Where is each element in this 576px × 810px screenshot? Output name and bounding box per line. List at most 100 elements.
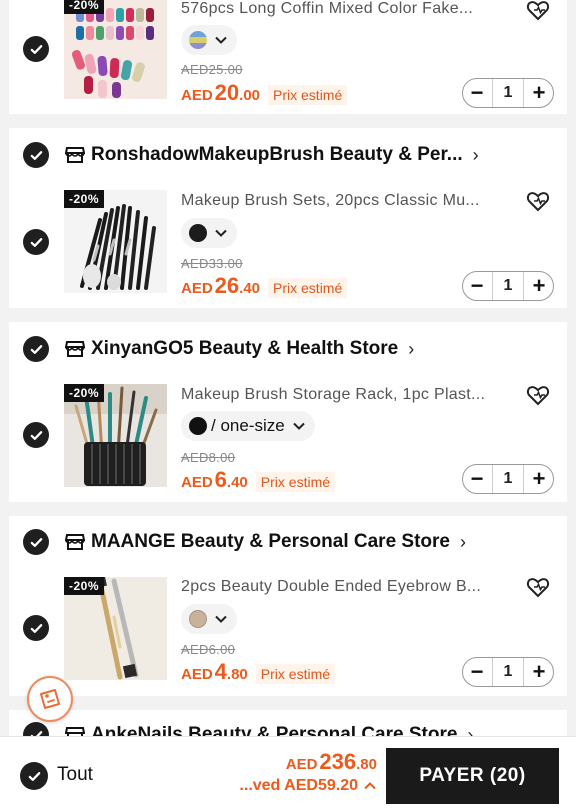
chevron-right-icon: › (472, 144, 479, 165)
discount-badge: -20% (64, 384, 105, 402)
price-amount: 26 (214, 273, 240, 298)
check-icon (30, 623, 42, 633)
product-name[interactable]: Makeup Brush Storage Rack, 1pc Plast... (181, 386, 511, 404)
store-checkbox[interactable] (23, 336, 49, 362)
product-image[interactable]: -20% (64, 384, 167, 487)
chevron-down-icon (215, 36, 227, 44)
currency: AED (181, 666, 213, 683)
wishlist-heart-icon[interactable] (525, 382, 551, 408)
price-decimal: .40 (226, 474, 248, 491)
decrease-button[interactable]: − (463, 658, 491, 686)
estimate-label: Prix estimé (255, 664, 336, 684)
store-name: MAANGE Beauty & Personal Care Store (91, 531, 450, 552)
discount-badge: -20% (64, 0, 105, 14)
store-icon (65, 534, 85, 550)
coupon-icon (40, 689, 60, 709)
savings-text: ...ved AED59.20 (239, 777, 358, 794)
decrease-button[interactable]: − (463, 465, 491, 493)
product-name[interactable]: 2pcs Beauty Double Ended Eyebrow B... (181, 578, 511, 596)
sale-price: AED 26 .40 Prix estimé (181, 273, 348, 299)
sale-price: AED 4 .80 Prix estimé (181, 659, 336, 685)
color-swatch (189, 417, 207, 435)
product-name[interactable]: Makeup Brush Sets, 20pcs Classic Mu... (181, 192, 511, 210)
chevron-down-icon (215, 229, 227, 237)
variant-selector[interactable]: / one-size (181, 411, 315, 441)
savings-toggle[interactable]: ...ved AED59.20 (239, 777, 376, 795)
store-link[interactable]: RonshadowMakeupBrush Beauty & Per... › (65, 140, 479, 170)
currency: AED (181, 280, 213, 297)
chevron-right-icon: › (408, 338, 415, 359)
decrease-button[interactable]: − (463, 272, 491, 300)
quantity-value[interactable]: 1 (492, 465, 524, 493)
increase-button[interactable]: + (525, 465, 553, 493)
store-name: RonshadowMakeupBrush Beauty & Per... (91, 144, 463, 165)
check-icon (30, 430, 42, 440)
quantity-value[interactable]: 1 (492, 79, 524, 107)
price-amount: 4 (214, 659, 227, 684)
item-checkbox[interactable] (23, 36, 49, 62)
variant-selector[interactable] (181, 25, 237, 55)
currency: AED (285, 756, 318, 773)
wishlist-heart-icon[interactable] (525, 574, 551, 600)
check-icon (30, 344, 42, 354)
price-amount: 6 (214, 467, 227, 492)
quantity-stepper: − 1 + (462, 657, 554, 687)
store-checkbox[interactable] (23, 529, 49, 555)
color-swatch (189, 31, 207, 49)
store-name: XinyanGO5 Beauty & Health Store (91, 338, 399, 359)
store-icon (65, 341, 85, 357)
quantity-stepper: − 1 + (462, 271, 554, 301)
item-checkbox[interactable] (23, 229, 49, 255)
item-checkbox[interactable] (23, 615, 49, 641)
sale-price: AED 6 .40 Prix estimé (181, 467, 336, 493)
sale-price: AED 20 .00 Prix estimé (181, 80, 348, 106)
check-icon (30, 150, 42, 160)
decrease-button[interactable]: − (463, 79, 491, 107)
quantity-value[interactable]: 1 (492, 272, 524, 300)
estimate-label: Prix estimé (255, 472, 336, 492)
store-group-card: MAANGE Beauty & Personal Care Store › -2… (9, 516, 567, 696)
store-link[interactable]: XinyanGO5 Beauty & Health Store › (65, 334, 414, 364)
wishlist-heart-icon[interactable] (525, 188, 551, 214)
store-icon (65, 147, 85, 163)
total-decimal: .80 (356, 756, 377, 773)
increase-button[interactable]: + (525, 272, 553, 300)
estimate-label: Prix estimé (268, 278, 348, 298)
product-image[interactable]: -20% (64, 190, 167, 293)
store-checkbox[interactable] (23, 142, 49, 168)
store-link[interactable]: MAANGE Beauty & Personal Care Store › (65, 527, 466, 557)
wishlist-heart-icon[interactable] (525, 0, 551, 23)
total-amount: 236 (319, 749, 357, 774)
select-all-checkbox[interactable] (20, 762, 48, 790)
chevron-up-icon (364, 782, 376, 790)
color-swatch (189, 610, 207, 628)
variant-selector[interactable] (181, 218, 237, 248)
nails-image (64, 0, 167, 99)
quantity-value[interactable]: 1 (492, 658, 524, 686)
price-decimal: .80 (226, 666, 248, 683)
discount-badge: -20% (64, 190, 105, 208)
item-checkbox[interactable] (23, 422, 49, 448)
pay-button[interactable]: PAYER (20) (386, 748, 559, 804)
product-name[interactable]: 576pcs Long Coffin Mixed Color Fake... (181, 0, 511, 18)
chevron-right-icon: › (460, 531, 466, 552)
price-amount: 20 (214, 80, 240, 105)
increase-button[interactable]: + (525, 79, 553, 107)
quantity-stepper: − 1 + (462, 464, 554, 494)
check-icon (28, 771, 40, 781)
product-image[interactable]: -20% (64, 577, 167, 680)
price-decimal: .40 (239, 280, 261, 297)
coupon-float-button[interactable] (27, 676, 73, 722)
increase-button[interactable]: + (525, 658, 553, 686)
variant-selector[interactable] (181, 604, 237, 634)
checkout-bar: Tout AED 236 .80 ...ved AED59.20 PAYER (… (0, 736, 576, 810)
store-group-card: XinyanGO5 Beauty & Health Store › -20% M… (9, 322, 567, 502)
store-group-card: RonshadowMakeupBrush Beauty & Per... › -… (9, 128, 567, 308)
select-all-label[interactable]: Tout (57, 764, 93, 786)
currency: AED (181, 474, 213, 491)
quantity-stepper: − 1 + (462, 78, 554, 108)
discount-badge: -20% (64, 577, 105, 595)
price-decimal: .00 (239, 87, 261, 104)
product-image[interactable]: -20% (64, 0, 167, 99)
total-price: AED 236 .80 (286, 749, 377, 775)
